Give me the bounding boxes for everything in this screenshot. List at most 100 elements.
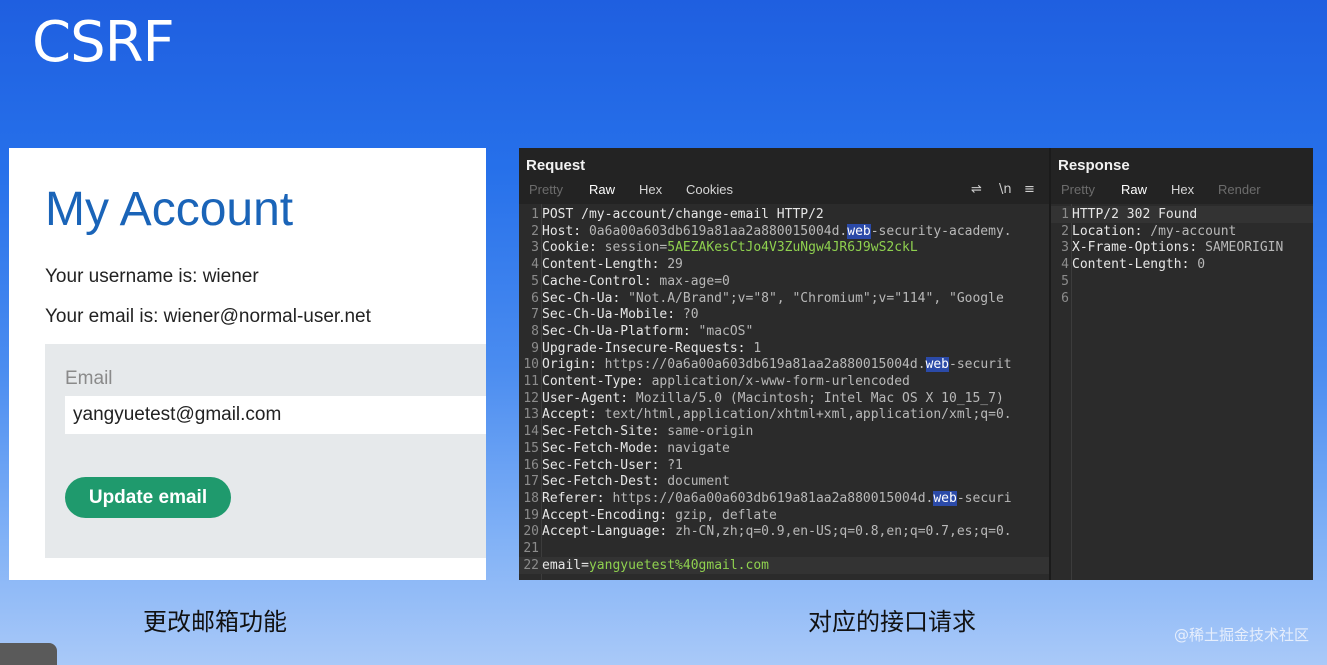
code-line: 1 POST /my-account/change-email HTTP/2 — [519, 206, 1049, 223]
header-key: Sec-Fetch-Dest: — [542, 474, 668, 490]
line-text: Upgrade-Insecure-Requests: 1 — [542, 340, 761, 357]
header-value-rest: -securit — [949, 357, 1012, 373]
line-text: Cookie: session=5AEZAKesCtJo4V3ZuNgw4JR6… — [542, 239, 918, 256]
code-line: 5 Cache-Control: max-age=0 — [519, 273, 1049, 290]
line-number: 1 — [1061, 207, 1069, 222]
corner-block — [0, 643, 57, 665]
tab-raw[interactable]: Raw — [1110, 182, 1158, 206]
header-key: HTTP/2 302 Found — [1072, 207, 1198, 222]
line-text: Origin: https://0a6a00a603db619a81aa2a88… — [542, 356, 1012, 373]
line-number: 5 — [531, 273, 539, 289]
header-value: 0 — [1197, 257, 1206, 273]
line-number: 7 — [531, 307, 539, 323]
tab-hex[interactable]: Hex — [639, 182, 662, 202]
code-line: 10 Origin: https://0a6a00a603db619a81aa2a… — [519, 356, 1049, 373]
header-value: application/x-www-form-urlencoded — [651, 374, 910, 389]
code-line: 15 Sec-Fetch-Mode: navigate — [519, 440, 1049, 457]
header-key: Accept-Language: — [542, 524, 676, 540]
header-key: Sec-Fetch-Mode: — [542, 440, 668, 456]
header-key: Upgrade-Insecure-Requests: — [542, 340, 754, 356]
header-key: Content-Length: — [1072, 257, 1198, 273]
update-email-button[interactable]: Update email — [65, 477, 231, 518]
tab-raw[interactable]: Raw — [578, 182, 626, 206]
line-number: 10 — [523, 357, 539, 373]
header-value-rest: -securi — [956, 490, 1012, 506]
line-number: 2 — [1061, 223, 1069, 239]
tab-render[interactable]: Render — [1218, 182, 1261, 202]
line-number: 13 — [523, 407, 539, 423]
request-title: Request — [526, 157, 586, 174]
line-text: Sec-Fetch-Mode: navigate — [542, 440, 730, 457]
header-value: same-origin — [667, 424, 754, 440]
line-text: Location: /my-account — [1072, 223, 1236, 240]
code-line: 7 Sec-Ch-Ua-Mobile: ?0 — [519, 306, 1049, 323]
code-line: 19 Accept-Encoding: gzip, deflate — [519, 507, 1049, 524]
line-text: Accept-Language: zh-CN,zh;q=0.9,en-US;q=… — [542, 523, 1012, 540]
line-number: 6 — [531, 290, 539, 306]
username-text: Your username is: wiener — [45, 266, 259, 287]
code-line: 6 Sec-Ch-Ua: "Not.A/Brand";v="8", "Chromi… — [519, 290, 1049, 307]
header-value: session= — [604, 240, 668, 256]
email-label: Email — [65, 368, 113, 389]
line-number: 3 — [531, 240, 539, 256]
header-key: Cache-Control: — [542, 273, 660, 289]
code-line: 20 Accept-Language: zh-CN,zh;q=0.9,en-US;… — [519, 523, 1049, 540]
line-number: 21 — [523, 541, 539, 556]
line-number: 1 — [531, 207, 539, 222]
response-editor[interactable]: 1 HTTP/2 302 Found 2 Location: /my-account 3… — [1051, 204, 1313, 580]
line-text: User-Agent: Mozilla/5.0 (Macintosh; Inte… — [542, 390, 1004, 407]
search-highlight: web — [925, 357, 950, 373]
request-header: Request Pretty Raw Hex Cookies ⇌ \n ≡ — [519, 148, 1049, 206]
line-number: 20 — [523, 524, 539, 540]
line-text: Sec-Ch-Ua-Mobile: ?0 — [542, 306, 699, 323]
code-line: 22 email=yangyuetest%40gmail.com — [519, 556, 1049, 574]
list-icon[interactable]: ⇌ — [971, 182, 982, 197]
tab-cookies[interactable]: Cookies — [686, 182, 733, 202]
email-input[interactable] — [65, 396, 486, 434]
code-line: 4 Content-Length: 29 — [519, 256, 1049, 273]
header-value: /my-account — [1150, 223, 1237, 239]
header-key: Location: — [1072, 223, 1151, 239]
line-number: 9 — [531, 340, 539, 356]
line-text: POST /my-account/change-email HTTP/2 — [542, 206, 824, 223]
watermark: @稀土掘金技术社区 — [1173, 626, 1309, 644]
header-value: 29 — [667, 257, 683, 273]
header-value-rest: -security-academy. — [870, 223, 1012, 239]
code-line: 5 — [1051, 273, 1313, 290]
code-line: 2 Location: /my-account — [1051, 223, 1313, 240]
code-line: 13 Accept: text/html,application/xhtml+xm… — [519, 406, 1049, 423]
line-text: Sec-Fetch-Site: same-origin — [542, 423, 753, 440]
search-highlight: web — [847, 223, 871, 239]
code-line: 8 Sec-Ch-Ua-Platform: "macOS" — [519, 323, 1049, 340]
code-line: 3 Cookie: session=5AEZAKesCtJo4V3ZuNgw4JR… — [519, 239, 1049, 256]
line-number: 12 — [523, 390, 539, 406]
tab-hex[interactable]: Hex — [1171, 182, 1194, 202]
header-key: X-Frame-Options: — [1072, 240, 1206, 256]
line-number: 22 — [523, 557, 539, 573]
header-value: 0a6a00a603db619a81aa2a880015004d. — [588, 223, 848, 239]
header-key: Sec-Ch-Ua: — [542, 290, 629, 306]
header-key: Sec-Fetch-User: — [542, 457, 668, 473]
header-key: Content-Type: — [542, 374, 652, 389]
caption-right: 对应的接口请求 — [808, 608, 976, 636]
header-value: ?1 — [667, 457, 683, 473]
header-value: "macOS" — [698, 323, 754, 339]
newline-icon[interactable]: \n — [999, 182, 1012, 197]
line-text: Content-Length: 0 — [1072, 256, 1205, 273]
response-header: Response Pretty Raw Hex Render — [1051, 148, 1313, 206]
search-highlight: web — [933, 490, 957, 506]
account-card: My Account Your username is: wiener Your… — [9, 148, 486, 580]
tab-pretty[interactable]: Pretty — [529, 182, 563, 202]
line-text: Cache-Control: max-age=0 — [542, 273, 730, 290]
code-line: 21 — [519, 540, 1049, 557]
request-editor[interactable]: 1 POST /my-account/change-email HTTP/2 2 Ho… — [519, 204, 1049, 580]
header-key: User-Agent: — [542, 390, 636, 406]
param-value: 5AEZAKesCtJo4V3ZuNgw4JR6J9wS2ckL — [667, 240, 918, 256]
header-key: email= — [542, 557, 589, 573]
code-line: 18 Referer: https://0a6a00a603db619a81aa2… — [519, 490, 1049, 507]
line-text: Sec-Fetch-Dest: document — [542, 473, 730, 490]
line-number: 18 — [523, 490, 539, 506]
menu-icon[interactable]: ≡ — [1024, 182, 1035, 197]
header-key: Content-Length: — [542, 257, 668, 273]
tab-pretty[interactable]: Pretty — [1061, 182, 1095, 202]
